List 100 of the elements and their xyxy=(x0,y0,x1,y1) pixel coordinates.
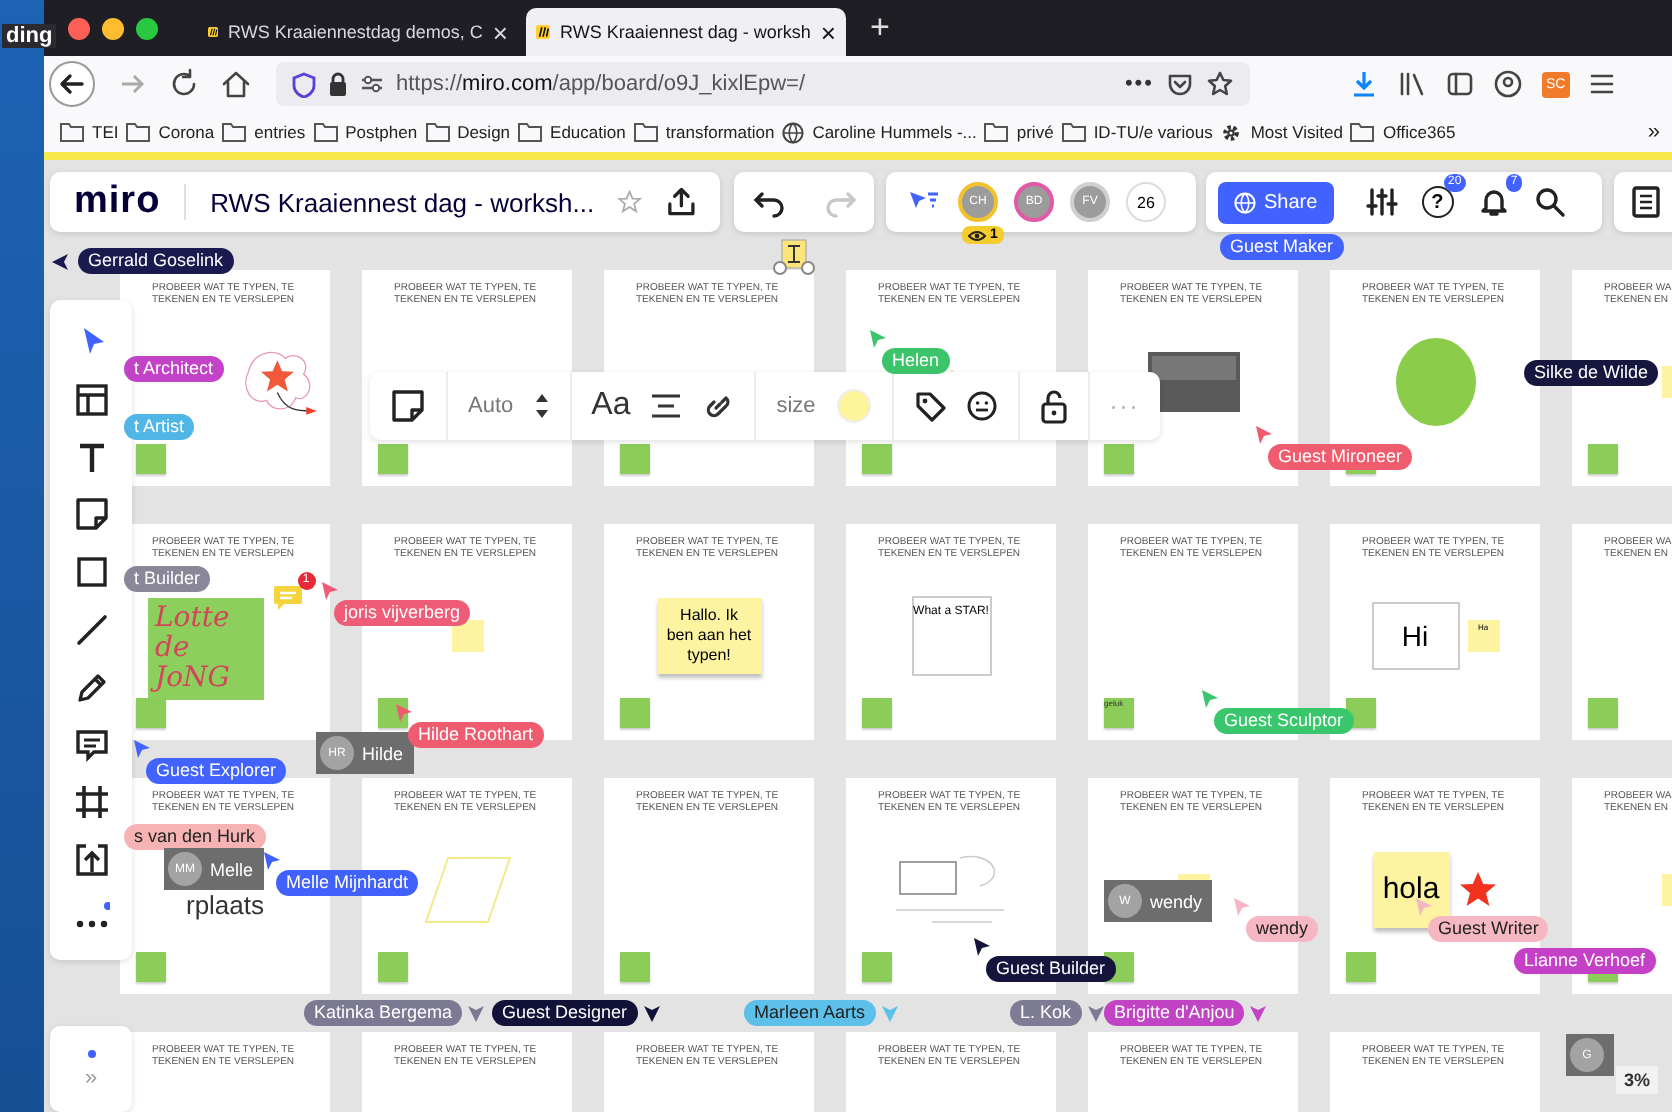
bookmark-label[interactable]: Corona xyxy=(158,122,215,142)
new-tab-button[interactable]: + xyxy=(870,8,890,48)
cursor-icon xyxy=(1200,688,1220,710)
bookmark-star-icon[interactable] xyxy=(1206,70,1234,98)
close-tab-button[interactable]: × xyxy=(820,17,836,47)
bookmark-label[interactable]: transformation xyxy=(665,122,775,142)
gear-icon xyxy=(1220,121,1243,143)
eye-icon xyxy=(968,229,986,241)
color-swatch-icon[interactable] xyxy=(835,388,872,424)
account-icon[interactable] xyxy=(1494,70,1522,98)
participant-name: Hilde xyxy=(362,743,404,763)
emoji-icon[interactable] xyxy=(965,390,998,422)
undo-button[interactable] xyxy=(751,186,787,218)
align-center-icon[interactable] xyxy=(650,392,683,420)
bookmark-label[interactable]: Office365 xyxy=(1382,122,1456,142)
user-name-tag: Silke de Wilde xyxy=(1524,360,1659,386)
home-icon[interactable] xyxy=(220,68,252,100)
cursor-icon xyxy=(868,328,888,350)
share-button[interactable]: Share xyxy=(1218,181,1334,223)
user-name-tag: Guest Writer xyxy=(1428,916,1549,942)
sticky-note-icon[interactable] xyxy=(73,496,109,533)
close-window-button[interactable] xyxy=(68,17,90,39)
comment-icon[interactable] xyxy=(73,727,109,764)
stepper-icon[interactable] xyxy=(533,390,550,422)
bookmark-label[interactable]: TEI xyxy=(92,122,119,142)
bookmark-label[interactable]: privé xyxy=(1016,122,1054,142)
bookmark-label[interactable]: Most Visited xyxy=(1250,122,1343,142)
sticky-note: Hallo. Ik ben aan het typen! xyxy=(657,598,761,674)
unlocked-icon[interactable] xyxy=(1039,388,1068,424)
cursor-icon xyxy=(394,702,414,724)
star-icon[interactable] xyxy=(618,190,642,214)
bookmark-label[interactable]: Design xyxy=(457,122,511,142)
user-name-tag: Guest Sculptor xyxy=(1214,708,1354,734)
board-title[interactable]: RWS Kraaiennest dag - worksh... xyxy=(210,187,595,217)
url-text: https://miro.com/app/board/o9J_kixlEpw=/ xyxy=(396,72,806,96)
close-tab-button[interactable]: × xyxy=(492,17,508,47)
cursor-icon xyxy=(1254,424,1274,446)
menu-icon[interactable] xyxy=(1589,72,1614,96)
parallelogram-drawing xyxy=(423,854,511,926)
address-field[interactable]: https://miro.com/app/board/o9J_kixlEpw=/ ••• xyxy=(276,62,1250,106)
browser-tab[interactable]: RWS Kraaiennestdag demos, C × xyxy=(198,8,518,56)
back-button[interactable] xyxy=(48,60,96,108)
sticky-note xyxy=(136,952,166,982)
font-button[interactable]: Aa xyxy=(591,388,631,424)
zoom-level[interactable]: 3% xyxy=(1616,1066,1659,1094)
sticky-note xyxy=(1104,444,1134,474)
share-export-icon[interactable] xyxy=(665,186,696,218)
bookmark-label[interactable]: Postphen xyxy=(345,122,418,142)
search-icon[interactable] xyxy=(1533,186,1566,218)
upload-icon[interactable] xyxy=(73,842,109,879)
user-name-tag: t Builder xyxy=(124,566,211,592)
bookmark-label[interactable]: Education xyxy=(550,122,626,142)
list-icon[interactable] xyxy=(1632,186,1660,218)
cursor-icon xyxy=(641,1003,662,1023)
folder-icon xyxy=(425,122,450,142)
sticky-note-icon[interactable] xyxy=(390,388,426,424)
square-icon[interactable] xyxy=(73,554,109,591)
reload-icon[interactable] xyxy=(168,68,200,100)
bell-icon[interactable] xyxy=(1477,186,1510,218)
pen-icon[interactable] xyxy=(73,669,109,706)
tag-icon[interactable] xyxy=(913,390,946,422)
zoom-window-button[interactable] xyxy=(136,17,158,39)
cursor-icon xyxy=(1085,1003,1106,1023)
line-icon[interactable] xyxy=(73,611,109,648)
size-button[interactable]: size xyxy=(776,394,816,418)
user-name-tag: Guest Designer xyxy=(492,1000,638,1026)
bookmark-label[interactable]: ID-TU/e various xyxy=(1093,122,1213,142)
user-name-tag: Lianne Verhoef xyxy=(1514,948,1656,974)
bookmarks-overflow-button[interactable]: » xyxy=(1647,120,1660,144)
page-actions-button[interactable]: ••• xyxy=(1124,72,1154,96)
frame-icon[interactable] xyxy=(73,784,109,821)
selection-handle-drawing[interactable] xyxy=(770,234,818,278)
bookmark-label[interactable]: entries xyxy=(254,122,306,142)
templates-icon[interactable] xyxy=(73,381,109,418)
minimize-window-button[interactable] xyxy=(102,17,124,39)
sticky-note xyxy=(862,698,892,728)
browser-tab[interactable]: RWS Kraaiennest dag - worksh × xyxy=(526,8,846,56)
bookmark-label[interactable]: Caroline Hummels -... xyxy=(812,122,977,142)
user-name-tag: Gerrald Goselink xyxy=(78,248,234,274)
folder-icon xyxy=(518,122,543,142)
user-name-tag: Marleen Aarts xyxy=(744,1000,876,1026)
pocket-icon[interactable] xyxy=(1166,70,1194,98)
sticky-note xyxy=(620,952,650,982)
cursor-icon xyxy=(50,251,70,271)
sticky-note xyxy=(136,698,166,728)
participant-name: Melle xyxy=(210,859,254,879)
folder-icon xyxy=(313,122,338,142)
download-icon[interactable] xyxy=(1350,70,1378,98)
miro-logo: miro xyxy=(74,180,161,224)
lock-icon xyxy=(328,72,348,96)
library-icon[interactable] xyxy=(1398,70,1426,98)
user-name-tag: wendy xyxy=(1246,916,1319,942)
settings-sliders-icon[interactable] xyxy=(1365,186,1398,218)
user-name-tag: Guest Mironeer xyxy=(1268,444,1413,470)
collaborator-count[interactable]: 26 xyxy=(1126,182,1166,222)
font-size-value[interactable]: Auto xyxy=(468,394,514,418)
link-icon[interactable] xyxy=(702,390,735,422)
folder-icon xyxy=(222,122,247,142)
user-name-tag: Melle Mijnhardt xyxy=(276,870,419,896)
sidebar-icon[interactable] xyxy=(1446,70,1474,98)
